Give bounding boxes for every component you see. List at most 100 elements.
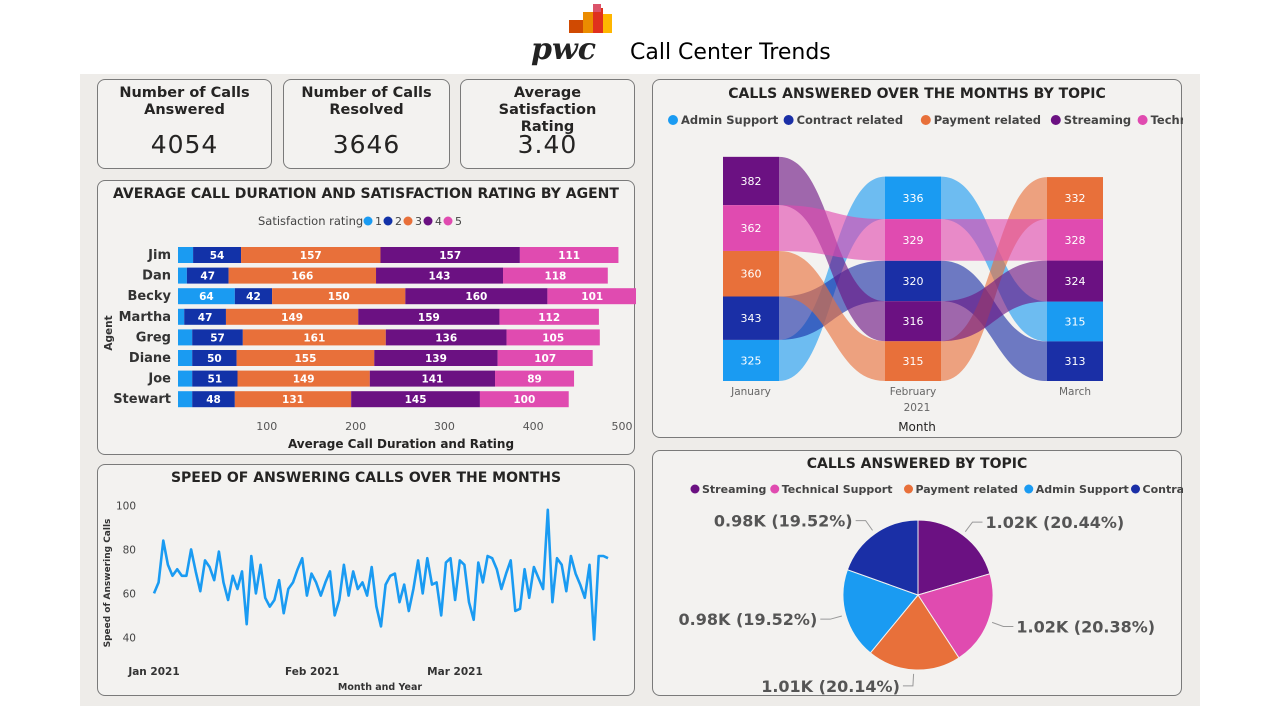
legend-label: Admin Support xyxy=(681,113,779,127)
bar-data-label: 51 xyxy=(208,374,223,386)
x-tick-label: 300 xyxy=(434,420,455,433)
kpi-value: 4054 xyxy=(150,130,219,159)
legend-label: Payment related xyxy=(934,113,1041,127)
x-tick-label: 400 xyxy=(523,420,544,433)
pie-chart: Streaming Technical Support Payment relate… xyxy=(679,483,1183,696)
agent-chart-card[interactable]: AVERAGE CALL DURATION AND SATISFACTION R… xyxy=(97,180,636,455)
kpi-label: Number of Calls Resolved xyxy=(301,85,432,118)
legend-marker xyxy=(1024,484,1034,494)
legend-label: 1 xyxy=(375,215,382,228)
year-label: 2021 xyxy=(904,402,931,414)
pie-leader-line xyxy=(855,520,873,531)
legend-marker xyxy=(443,216,453,226)
pie-data-label: 0.98K (19.52%) xyxy=(714,512,853,531)
agent-name-label: Diane xyxy=(129,351,171,366)
bar-segment[interactable] xyxy=(178,370,193,387)
bar-data-label: 166 xyxy=(291,271,313,283)
agent-name-label: Stewart xyxy=(113,392,171,407)
legend-label: Technical Support xyxy=(1151,113,1183,127)
legend-marker xyxy=(383,216,393,226)
ribbon-chart-card[interactable]: CALLS ANSWERED OVER THE MONTHS BY TOPIC … xyxy=(652,79,1183,438)
legend-label: Streaming xyxy=(1064,113,1131,127)
legend-marker xyxy=(1131,484,1140,494)
bar-data-label: 57 xyxy=(210,332,225,344)
legend-label: 5 xyxy=(455,215,462,228)
chart-legend: Admin Support Contract related Payment rel… xyxy=(668,113,1183,127)
bar-segment[interactable] xyxy=(178,247,194,263)
ribbon-data-label: 362 xyxy=(741,222,762,235)
agent-name-label: Joe xyxy=(147,372,171,387)
pie-data-label: 1.02K (20.44%) xyxy=(986,513,1125,532)
kpi-calls-answered[interactable]: Number of Calls Answered 4054 xyxy=(97,79,272,169)
bar-data-label: 48 xyxy=(206,394,221,406)
bar-segment[interactable] xyxy=(178,267,187,284)
kpi-avg-satisfaction[interactable]: Average Satisfaction Rating 3.40 xyxy=(460,79,635,169)
bar-data-label: 64 xyxy=(199,291,214,303)
pie-chart-card[interactable]: CALLS ANSWERED BY TOPIC Streaming Technic… xyxy=(652,450,1183,696)
pie-leader-line xyxy=(964,521,983,533)
bar-data-label: 101 xyxy=(581,291,603,303)
bar-data-label: 47 xyxy=(198,312,213,324)
bar-data-label: 112 xyxy=(538,312,560,324)
ribbon-data-label: 328 xyxy=(1065,234,1086,247)
x-tick-label: March xyxy=(1059,386,1091,398)
page-title: Call Center Trends xyxy=(630,40,831,65)
x-tick-label: 100 xyxy=(256,420,277,433)
bar-segment[interactable] xyxy=(178,308,185,325)
ribbon-data-label: 315 xyxy=(1065,315,1086,328)
bar-segment[interactable] xyxy=(178,350,193,366)
bar-data-label: 159 xyxy=(418,312,440,324)
legend-label: 3 xyxy=(415,215,422,228)
ribbon-data-label: 360 xyxy=(741,268,762,281)
kpi-calls-resolved[interactable]: Number of Calls Resolved 3646 xyxy=(283,79,450,169)
pie-data-label: 1.02K (20.38%) xyxy=(1016,618,1155,637)
ribbon-data-label: 320 xyxy=(903,275,924,288)
bar-segment[interactable] xyxy=(178,329,193,346)
bar-data-label: 149 xyxy=(293,374,315,386)
kpi-value: 3.40 xyxy=(517,130,578,159)
ribbon-data-label: 343 xyxy=(741,312,762,325)
chart-legend: Streaming Technical Support Payment relate… xyxy=(690,483,1183,496)
bar-segment[interactable] xyxy=(178,391,193,408)
x-tick-label: 500 xyxy=(612,420,633,433)
legend-marker xyxy=(423,216,433,226)
x-axis-label: Month xyxy=(898,420,936,434)
bar-data-label: 161 xyxy=(303,332,325,344)
agent-name-label: Dan xyxy=(142,269,171,284)
ribbon-chart: Admin Support Contract related Payment rel… xyxy=(668,113,1183,434)
legend-marker xyxy=(1137,115,1148,125)
agent-chart: Satisfaction rating 12345 Agent Jim 54 157… xyxy=(103,214,636,451)
y-axis-label: Speed of Answering Calls xyxy=(103,519,113,648)
ribbon-data-label: 325 xyxy=(741,354,762,367)
x-axis-label: Month and Year xyxy=(338,682,422,693)
speed-chart-card[interactable]: SPEED OF ANSWERING CALLS OVER THE MONTHS… xyxy=(97,464,635,696)
bar-data-label: 141 xyxy=(421,374,443,386)
legend-marker xyxy=(904,484,913,494)
bar-data-label: 47 xyxy=(200,271,215,283)
pie-data-label: 1.01K (20.14%) xyxy=(761,677,900,696)
y-tick-label: 60 xyxy=(123,588,136,600)
chart-legend: Satisfaction rating 12345 xyxy=(258,214,462,228)
legend-label: Admin Support xyxy=(1036,483,1129,496)
ribbon-data-label: 329 xyxy=(903,234,924,247)
bar-data-label: 131 xyxy=(282,394,304,406)
bar-data-label: 155 xyxy=(294,353,316,365)
pie-leader-line xyxy=(820,615,842,620)
ribbon-data-label: 315 xyxy=(903,355,924,368)
y-axis-label: Agent xyxy=(103,315,115,350)
bar-data-label: 111 xyxy=(558,250,580,262)
x-axis-label: Average Call Duration and Rating xyxy=(288,437,514,451)
bar-data-label: 139 xyxy=(425,353,447,365)
legend-label: 4 xyxy=(435,215,442,228)
legend-label: 2 xyxy=(395,215,402,228)
ribbon-data-label: 313 xyxy=(1065,355,1086,368)
pie-leader-line xyxy=(902,673,915,687)
legend-label: Technical Support xyxy=(782,483,893,496)
bar-data-label: 118 xyxy=(544,271,566,283)
legend-label: Payment related xyxy=(916,483,1019,496)
speed-chart: Speed of Answering Calls 40 60 80 100 Jan 2… xyxy=(103,500,609,693)
kpi-label: Number of Calls Answered xyxy=(119,85,250,118)
ribbon-flow[interactable] xyxy=(941,219,1047,261)
bar-data-label: 136 xyxy=(435,332,457,344)
bar-data-label: 54 xyxy=(210,250,225,262)
